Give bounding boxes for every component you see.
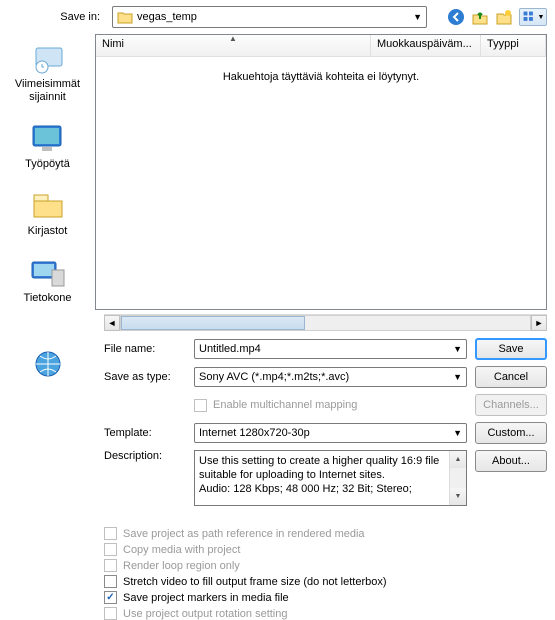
- libraries-icon: [28, 187, 68, 223]
- file-name-value: Untitled.mp4: [199, 343, 261, 355]
- up-one-level-icon[interactable]: [471, 8, 489, 26]
- column-name-label: Nimi: [102, 38, 124, 50]
- file-name-label: File name:: [104, 343, 194, 355]
- opt-render-loop-checkbox: [104, 559, 117, 572]
- new-folder-icon[interactable]: [495, 8, 513, 26]
- chevron-down-icon: ▼: [453, 428, 462, 438]
- file-name-input[interactable]: Untitled.mp4 ▼: [194, 339, 467, 359]
- description-scrollbar[interactable]: ▲ ▼: [449, 451, 466, 505]
- desktop-icon: [27, 120, 67, 156]
- places-desktop[interactable]: Työpöytä: [25, 120, 70, 171]
- render-options: Save project as path reference in render…: [0, 512, 555, 620]
- folder-icon: [117, 10, 133, 24]
- chevron-down-icon: ▼: [413, 12, 422, 22]
- horizontal-scrollbar[interactable]: ◄ ►: [104, 314, 547, 330]
- save-in-label: Save in:: [52, 11, 100, 23]
- description-box: Use this setting to create a higher qual…: [194, 450, 467, 506]
- custom-button[interactable]: Custom...: [475, 422, 547, 444]
- chevron-down-icon: ▼: [453, 372, 462, 382]
- opt-stretch-video-label: Stretch video to fill output frame size …: [123, 576, 387, 588]
- template-dropdown[interactable]: Internet 1280x720-30p ▼: [194, 423, 467, 443]
- places-recent-label: Viimeisimmät sijainnit: [0, 78, 95, 104]
- main-area: Viimeisimmät sijainnit Työpöytä Kirjasto…: [0, 34, 555, 310]
- column-modified[interactable]: Muokkauspäiväm...: [371, 35, 481, 56]
- chevron-down-icon: ▼: [453, 344, 462, 354]
- cancel-button[interactable]: Cancel: [475, 366, 547, 388]
- opt-copy-media-label: Copy media with project: [123, 544, 240, 556]
- about-button[interactable]: About...: [475, 450, 547, 472]
- opt-save-markers-checkbox[interactable]: [104, 591, 117, 604]
- opt-stretch-video-checkbox[interactable]: [104, 575, 117, 588]
- places-bar: Viimeisimmät sijainnit Työpöytä Kirjasto…: [0, 34, 95, 310]
- save-button[interactable]: Save: [475, 338, 547, 360]
- save-in-value: vegas_temp: [137, 11, 197, 23]
- scroll-track[interactable]: [120, 315, 531, 331]
- opt-use-rotation-label: Use project output rotation setting: [123, 608, 287, 620]
- file-list-body: Hakuehtoja täyttäviä kohteita ei löytyny…: [96, 57, 546, 309]
- scroll-right-icon[interactable]: ►: [531, 315, 547, 331]
- places-desktop-label: Työpöytä: [25, 158, 70, 171]
- sort-asc-icon: ▲: [229, 34, 237, 43]
- enable-multichannel-label: Enable multichannel mapping: [213, 399, 357, 411]
- chevron-down-icon: ▼: [538, 14, 545, 21]
- scroll-down-icon[interactable]: ▼: [450, 488, 466, 505]
- view-menu-icon[interactable]: ▼: [519, 8, 547, 26]
- top-bar: Save in: vegas_temp ▼ ▼: [0, 0, 555, 34]
- opt-use-rotation-checkbox: [104, 607, 117, 620]
- template-value: Internet 1280x720-30p: [199, 427, 310, 439]
- column-type-label: Tyyppi: [487, 38, 519, 50]
- scroll-left-icon[interactable]: ◄: [104, 315, 120, 331]
- form: File name: Untitled.mp4 ▼ Save Save as t…: [0, 330, 555, 506]
- opt-render-loop-label: Render loop region only: [123, 560, 240, 572]
- save-as-type-label: Save as type:: [104, 371, 194, 383]
- column-headers: Nimi ▲ Muokkauspäiväm... Tyyppi: [96, 35, 546, 57]
- toolbar: ▼: [447, 8, 547, 26]
- places-computer[interactable]: Tietokone: [24, 254, 72, 305]
- scroll-up-icon[interactable]: ▲: [450, 451, 466, 468]
- empty-message: Hakuehtoja täyttäviä kohteita ei löytyny…: [223, 71, 419, 83]
- column-name[interactable]: Nimi ▲: [96, 35, 371, 56]
- enable-multichannel-checkbox: [194, 399, 207, 412]
- opt-save-path-ref-checkbox: [104, 527, 117, 540]
- opt-save-path-ref-label: Save project as path reference in render…: [123, 528, 365, 540]
- places-computer-label: Tietokone: [24, 292, 72, 305]
- places-recent[interactable]: Viimeisimmät sijainnit: [0, 40, 95, 104]
- file-list: Nimi ▲ Muokkauspäiväm... Tyyppi Hakuehto…: [95, 34, 547, 310]
- template-label: Template:: [104, 427, 194, 439]
- places-network[interactable]: [28, 346, 68, 385]
- save-as-type-dropdown[interactable]: Sony AVC (*.mp4;*.m2ts;*.avc) ▼: [194, 367, 467, 387]
- recent-icon: [28, 40, 68, 76]
- description-text: Use this setting to create a higher qual…: [199, 454, 462, 496]
- column-type[interactable]: Tyyppi: [481, 35, 546, 56]
- opt-copy-media-checkbox: [104, 543, 117, 556]
- places-libraries[interactable]: Kirjastot: [28, 187, 68, 238]
- computer-icon: [28, 254, 68, 290]
- save-as-type-value: Sony AVC (*.mp4;*.m2ts;*.avc): [199, 371, 349, 383]
- description-label: Description:: [104, 450, 194, 462]
- scroll-thumb[interactable]: [121, 316, 305, 330]
- places-libraries-label: Kirjastot: [28, 225, 68, 238]
- back-icon[interactable]: [447, 8, 465, 26]
- opt-save-markers-label: Save project markers in media file: [123, 592, 289, 604]
- column-modified-label: Muokkauspäiväm...: [377, 38, 472, 50]
- save-in-dropdown[interactable]: vegas_temp ▼: [112, 6, 427, 28]
- channels-button: Channels...: [475, 394, 547, 416]
